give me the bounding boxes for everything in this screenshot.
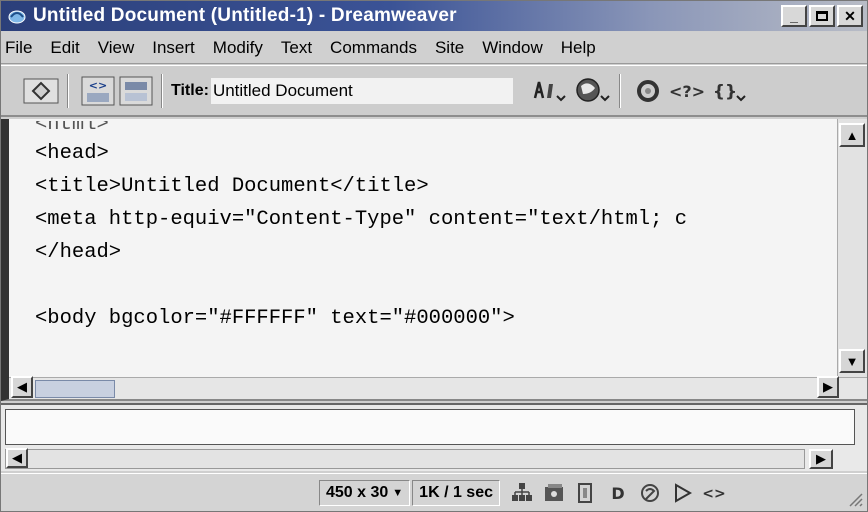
show-code-view-icon <box>23 78 59 103</box>
design-canvas[interactable] <box>5 409 855 445</box>
design-view-button[interactable] <box>119 73 153 109</box>
code-line[interactable]: <meta http-equiv="Content-Type" content=… <box>35 203 845 236</box>
behaviors-icon <box>641 483 659 502</box>
window-size-value: 450 x 30 <box>326 483 389 501</box>
title-label: Title: <box>171 81 209 99</box>
arrow-left-icon: ◀ <box>17 379 27 394</box>
code-line[interactable]: <title>Untitled Document</title> <box>35 170 845 203</box>
assets-icon <box>545 483 563 501</box>
scroll-right-button[interactable]: ▶ <box>817 376 839 398</box>
code-vertical-scrollbar[interactable]: ▲ ▼ <box>837 119 867 377</box>
site-launcher[interactable] <box>508 479 536 507</box>
arrow-down-icon: ▼ <box>845 353 859 369</box>
window-controls: _ ✕ <box>781 5 863 27</box>
scroll-up-button[interactable]: ▲ <box>839 123 865 147</box>
file-management-icon <box>533 81 566 101</box>
scroll-left-button[interactable]: ◀ <box>11 376 33 398</box>
window-title: Untitled Document (Untitled-1) - Dreamwe… <box>33 5 457 26</box>
show-design-view-icon <box>119 76 153 105</box>
code-view-panel: <html> <head> <title>Untitled Document</… <box>1 119 867 401</box>
menu-text[interactable]: Text <box>281 38 312 58</box>
code-and-design-button[interactable]: <> <box>81 73 115 109</box>
html-styles-icon <box>578 482 592 503</box>
svg-text:<>: <> <box>702 486 725 502</box>
scroll-right-button[interactable]: ▶ <box>809 449 833 469</box>
code-navigation-button[interactable]: {} <box>711 73 747 109</box>
preview-in-browser-icon <box>576 77 610 102</box>
html-styles-launcher[interactable] <box>572 479 600 507</box>
assets-launcher[interactable] <box>540 479 568 507</box>
site-icon <box>512 482 532 501</box>
resize-grip-icon[interactable] <box>845 489 863 507</box>
minimize-button[interactable]: _ <box>781 5 807 27</box>
code-inspector-launcher[interactable]: <> <box>700 479 728 507</box>
code-horizontal-scrollbar[interactable]: ◀ ▶ <box>9 376 867 399</box>
code-inspector-icon: <> <box>702 486 725 502</box>
code-line[interactable] <box>35 269 845 302</box>
maximize-icon <box>816 11 828 21</box>
dreamweaver-window: Untitled Document (Untitled-1) - Dreamwe… <box>0 0 868 512</box>
menu-file[interactable]: File <box>5 38 32 58</box>
dreamweaver-app-icon[interactable] <box>7 6 27 26</box>
preview-in-browser-button[interactable] <box>573 73 611 109</box>
css-styles-icon: D <box>611 484 624 503</box>
menu-help[interactable]: Help <box>561 38 596 58</box>
menu-window[interactable]: Window <box>482 38 542 58</box>
scroll-thumb[interactable] <box>35 380 115 398</box>
scroll-left-button[interactable]: ◀ <box>6 448 28 468</box>
document-title-input[interactable] <box>210 77 513 104</box>
window-size-field[interactable]: 450 x 30 ▼ <box>319 479 411 506</box>
title-bar[interactable]: Untitled Document (Untitled-1) - Dreamwe… <box>1 1 867 31</box>
code-view-button[interactable] <box>23 73 59 109</box>
design-view-panel: ◀ ▶ <box>1 403 867 471</box>
chevron-down-icon: ▼ <box>392 486 404 499</box>
arrow-right-icon: ▶ <box>823 379 833 394</box>
maximize-button[interactable] <box>809 5 835 27</box>
menu-bar: File Edit View Insert Modify Text Comman… <box>1 32 867 64</box>
code-line[interactable]: <html> <box>35 121 845 137</box>
document-toolbar: <> Title: <?> {} <box>1 65 867 117</box>
css-styles-launcher[interactable]: D <box>604 479 632 507</box>
reference-button[interactable]: <?> <box>667 73 707 109</box>
code-navigation-icon: {} <box>713 82 746 102</box>
close-button[interactable]: ✕ <box>837 5 863 27</box>
reference-icon: <?> <box>669 82 705 101</box>
menu-insert[interactable]: Insert <box>152 38 195 58</box>
history-launcher[interactable] <box>668 479 696 507</box>
behaviors-launcher[interactable] <box>636 479 664 507</box>
menu-commands[interactable]: Commands <box>330 38 417 58</box>
refresh-icon <box>636 79 659 102</box>
svg-text:D: D <box>611 484 624 503</box>
svg-text:<>: <> <box>89 79 107 92</box>
svg-text:<?>: <?> <box>669 82 705 101</box>
menu-modify[interactable]: Modify <box>213 38 263 58</box>
show-code-and-design-icon: <> <box>81 76 115 105</box>
menu-view[interactable]: View <box>98 38 135 58</box>
toolbar-separator <box>67 73 69 108</box>
status-bar: 450 x 30 ▼ 1K / 1 sec D <> <box>1 473 867 511</box>
design-horizontal-scrollbar[interactable]: ◀ <box>5 448 805 469</box>
history-icon <box>675 482 693 503</box>
scroll-down-button[interactable]: ▼ <box>839 349 865 373</box>
toolbar-separator <box>161 73 163 108</box>
minimize-icon: _ <box>790 8 798 24</box>
toolbar-separator <box>618 73 621 108</box>
svg-text:{}: {} <box>713 82 737 102</box>
menu-edit[interactable]: Edit <box>50 38 79 58</box>
close-icon: ✕ <box>844 7 856 24</box>
code-editor[interactable]: <html> <head> <title>Untitled Document</… <box>35 121 845 377</box>
code-line[interactable]: <body bgcolor="#FFFFFF" text="#000000"> <box>35 302 845 335</box>
refresh-button[interactable] <box>633 73 663 109</box>
file-management-button[interactable] <box>529 73 569 109</box>
download-size-value: 1K / 1 sec <box>419 483 493 501</box>
code-line[interactable]: <head> <box>35 137 845 170</box>
arrow-up-icon: ▲ <box>845 127 859 143</box>
code-line[interactable]: </head> <box>35 236 845 269</box>
download-size-field: 1K / 1 sec <box>412 479 500 506</box>
arrow-left-icon: ◀ <box>12 450 22 465</box>
menu-site[interactable]: Site <box>435 38 464 58</box>
arrow-right-icon: ▶ <box>816 451 826 466</box>
